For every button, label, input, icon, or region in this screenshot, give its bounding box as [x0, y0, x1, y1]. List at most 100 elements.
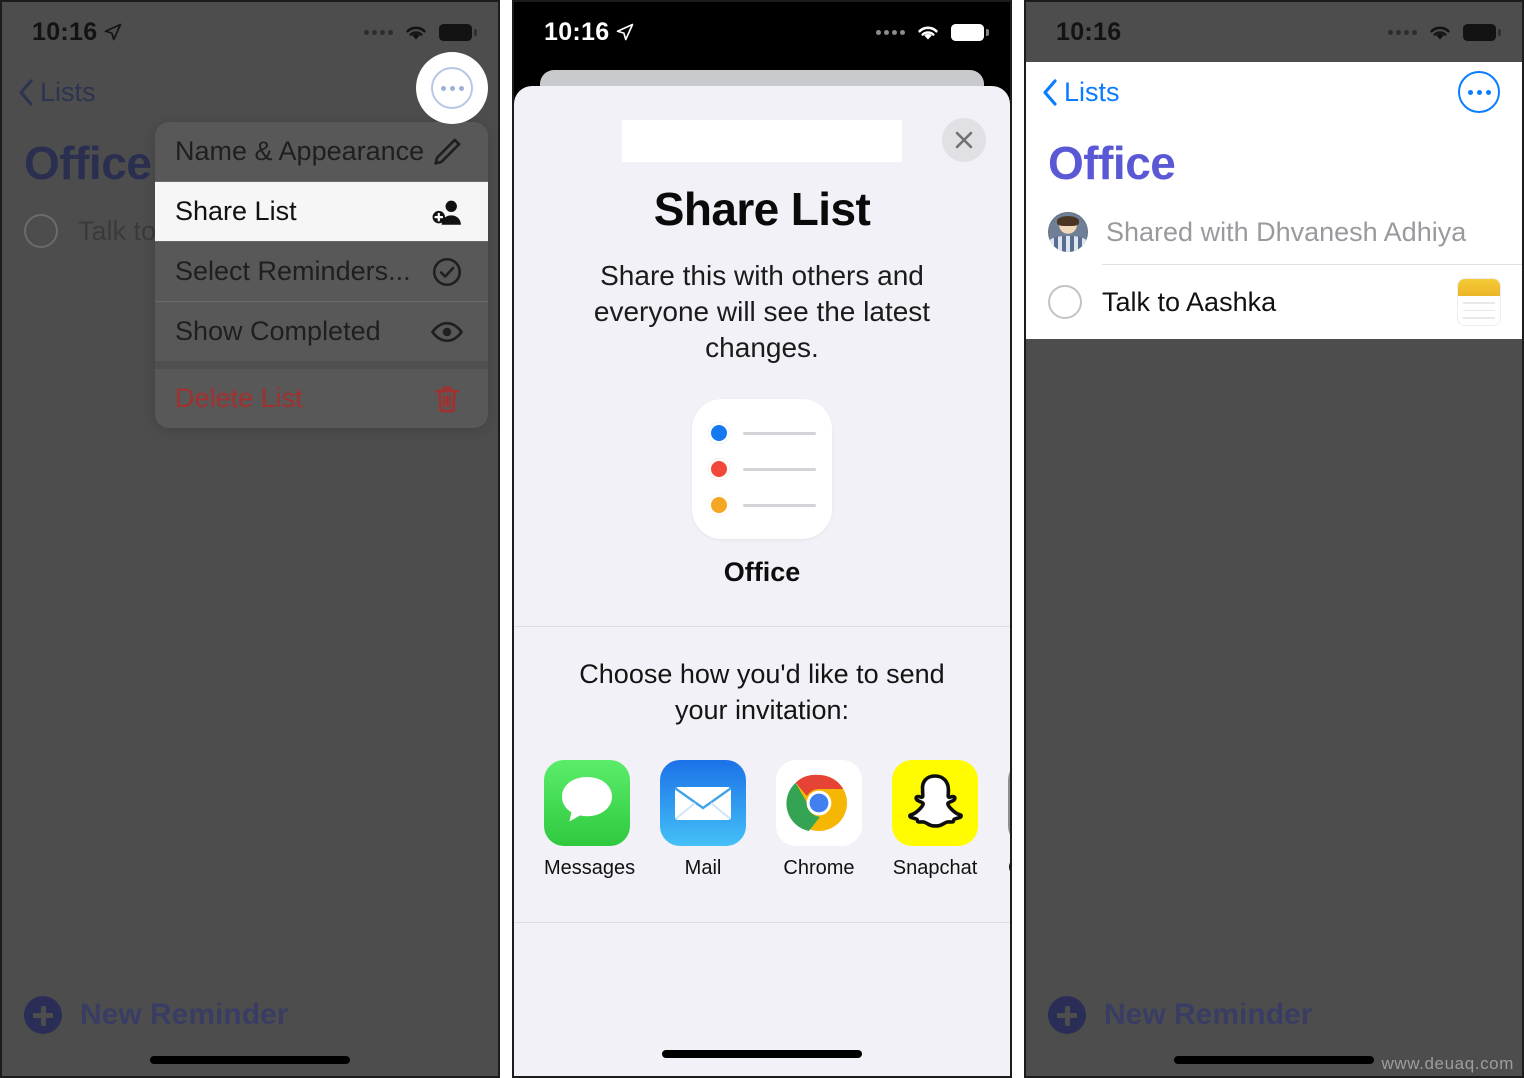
status-left-3: 10:16	[1056, 18, 1121, 47]
phone-panel-2: 10:16 Share List Share this with others …	[512, 0, 1012, 1078]
messages-app-icon	[544, 759, 630, 846]
signal-dots-icon	[876, 29, 905, 35]
share-target-label: Co	[1008, 857, 1010, 880]
share-target-label: Mail	[684, 856, 722, 879]
share-sheet-backdrop[interactable]: Share List Share this with others and ev…	[514, 62, 1010, 1076]
more-options-button[interactable]	[1458, 71, 1500, 113]
share-target-messages[interactable]: Messages	[544, 759, 636, 880]
share-target-snapchat[interactable]: Snapchat	[892, 759, 978, 880]
snapchat-app-icon	[892, 759, 978, 846]
list-icon-label: Office	[723, 557, 801, 588]
contact-avatar	[1048, 212, 1088, 252]
share-sheet: Share List Share this with others and ev…	[514, 86, 1010, 1076]
new-reminder-button-1[interactable]: New Reminder	[24, 996, 288, 1034]
menu-item-name-appearance[interactable]: Name & Appearance	[155, 122, 488, 181]
shared-with-row[interactable]: Shared with Dhvanesh Adhiya	[1026, 200, 1522, 264]
status-bar-1: 10:16	[2, 2, 498, 62]
phone-panel-1: 10:16 Lists Office Talk to A New Reminde…	[0, 0, 500, 1078]
status-right-3	[1388, 23, 1501, 42]
notes-app-icon	[1458, 279, 1500, 325]
home-indicator-1	[150, 1056, 350, 1064]
status-left-2: 10:16	[544, 18, 634, 47]
copy-app-icon	[1008, 759, 1010, 846]
pencil-icon	[434, 138, 461, 165]
list-icon-row	[708, 494, 816, 517]
list-line	[743, 468, 816, 471]
trash-icon	[435, 386, 459, 412]
status-right-1	[364, 23, 477, 42]
list-bullet-red	[708, 458, 730, 481]
mail-app-icon	[660, 759, 746, 846]
back-to-lists-button[interactable]: Lists	[18, 77, 96, 108]
battery-icon	[1463, 23, 1501, 41]
reminders-list-icon	[692, 399, 832, 540]
new-reminder-label: New Reminder	[1104, 998, 1313, 1031]
back-label: Lists	[40, 76, 96, 107]
share-app-row: Messages Mail Chrome Snapchat	[514, 728, 1010, 880]
screenshot-stage: 10:16 Lists Office Talk to A New Reminde…	[0, 0, 1524, 1078]
share-sheet-subtitle: Share this with others and everyone will…	[593, 260, 931, 363]
battery-icon	[439, 23, 477, 41]
menu-item-label: Select Reminders...	[175, 256, 411, 286]
signal-dots-icon	[1388, 29, 1417, 35]
share-sheet-title: Share List	[653, 183, 871, 235]
nav-bar-3: Lists	[1026, 62, 1522, 122]
location-arrow-icon	[105, 23, 122, 41]
eye-icon	[430, 321, 464, 342]
new-reminder-button-3[interactable]: New Reminder	[1048, 996, 1312, 1034]
more-options-button-highlighted[interactable]	[416, 52, 488, 124]
new-reminder-label: New Reminder	[80, 998, 289, 1031]
chevron-left-icon	[1043, 78, 1057, 106]
menu-item-select-reminders[interactable]: Select Reminders...	[155, 242, 488, 301]
list-line	[743, 504, 816, 507]
share-target-chrome[interactable]: Chrome	[776, 759, 862, 880]
sheet-divider	[514, 626, 1010, 628]
menu-item-label: Name & Appearance	[175, 136, 425, 166]
share-target-label: Chrome	[783, 856, 855, 879]
battery-icon	[951, 23, 989, 41]
menu-item-label: Delete List	[175, 383, 303, 413]
close-button[interactable]	[942, 118, 986, 162]
home-indicator-3	[1174, 1056, 1374, 1064]
menu-separator-thick	[155, 361, 488, 369]
menu-item-label: Share List	[175, 196, 297, 226]
person-add-icon	[432, 200, 461, 225]
close-x-icon	[955, 131, 973, 149]
wifi-icon	[406, 26, 426, 39]
circle-checkbox-icon[interactable]	[1048, 285, 1082, 319]
status-time: 10:16	[1056, 17, 1122, 46]
plus-circle-icon	[24, 996, 62, 1034]
reminder-row[interactable]: Talk to Aashka	[1026, 265, 1522, 339]
status-left-1: 10:16	[32, 18, 122, 47]
share-target-copy[interactable]: Co	[1008, 759, 1010, 880]
site-watermark: www.deuaq.com	[1381, 1054, 1514, 1073]
status-right-2	[876, 23, 989, 42]
menu-item-share-list[interactable]: Share List	[155, 182, 488, 241]
back-label: Lists	[1064, 76, 1120, 107]
list-title-3: Office	[1048, 137, 1176, 189]
location-arrow-icon	[617, 23, 634, 41]
ellipsis-circle-icon	[431, 67, 473, 109]
status-time: 10:16	[544, 17, 610, 46]
chevron-left-icon	[19, 78, 33, 106]
list-bullet-blue	[708, 422, 730, 445]
wifi-icon	[1430, 26, 1450, 39]
home-indicator-2	[662, 1050, 862, 1058]
phone-panel-3: 10:16 Lists Office Shared with Dhvanesh …	[1024, 0, 1524, 1078]
check-circle-icon	[432, 257, 462, 286]
redacted-field	[622, 120, 902, 162]
list-icon-row	[708, 458, 816, 481]
status-time: 10:16	[32, 17, 98, 46]
menu-item-show-completed[interactable]: Show Completed	[155, 302, 488, 361]
back-to-lists-button[interactable]: Lists	[1042, 77, 1120, 108]
list-icon-section: Office	[514, 399, 1010, 588]
status-bar-3: 10:16	[1026, 2, 1522, 62]
sheet-divider-bottom	[514, 921, 1010, 923]
share-target-label: Snapchat	[892, 856, 978, 879]
share-target-mail[interactable]: Mail	[660, 759, 746, 880]
shared-with-label: Shared with Dhvanesh Adhiya	[1106, 216, 1467, 247]
menu-item-delete-list[interactable]: Delete List	[155, 369, 488, 428]
circle-checkbox-icon[interactable]	[24, 214, 58, 248]
status-bar-2: 10:16	[514, 2, 1010, 62]
share-target-label: Messages	[544, 856, 636, 879]
